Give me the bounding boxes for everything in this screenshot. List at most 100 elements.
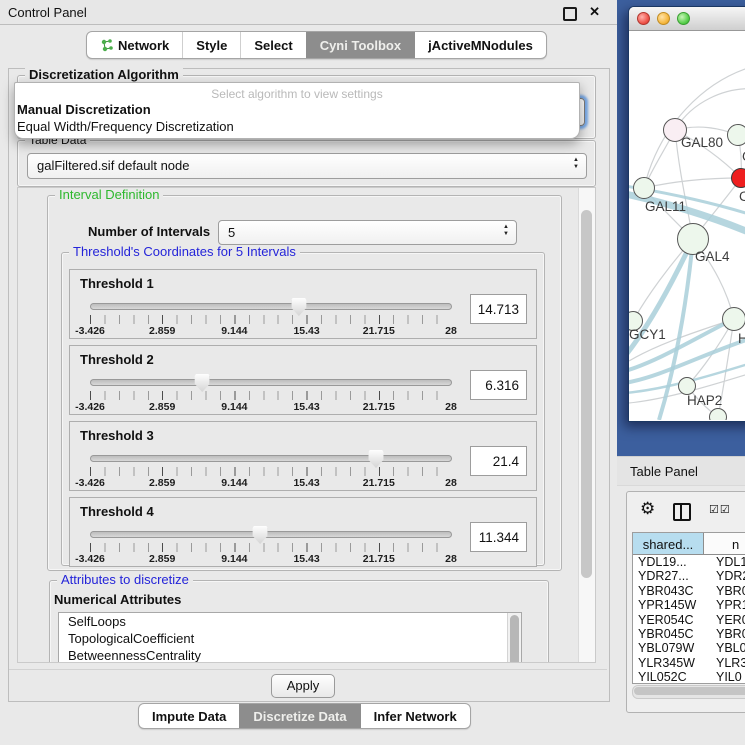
control-panel-tabs: Network Style Select Cyni Toolbox jActiv… <box>86 31 547 59</box>
tab-network[interactable]: Network <box>87 32 182 58</box>
dropdown-hint: Select algorithm to view settings <box>15 83 579 101</box>
tab-jactivemnodules[interactable]: jActiveMNodules <box>414 32 546 58</box>
float-window-icon[interactable] <box>563 7 577 21</box>
cell[interactable]: YBR0 <box>704 584 745 598</box>
close-icon[interactable]: ✕ <box>589 4 600 20</box>
slider-thumb[interactable] <box>253 526 268 544</box>
threshold-1-slider[interactable]: -3.426 2.859 9.144 15.43 21.715 28 <box>90 298 452 336</box>
close-traffic-light-icon[interactable] <box>637 12 650 25</box>
threshold-4-slider[interactable]: -3.426 2.859 9.144 15.43 21.715 28 <box>90 526 452 564</box>
table-row[interactable]: YBR045C YBR0 <box>633 627 745 641</box>
list-item[interactable]: BetweennessCentrality <box>59 647 521 663</box>
threshold-4-value-field[interactable]: 11.344 <box>470 522 527 552</box>
table-row[interactable]: YBR043C YBR0 <box>633 584 745 598</box>
slider-thumb[interactable] <box>368 450 383 468</box>
table-row[interactable]: YLR345W YLR3 <box>633 656 745 670</box>
cell[interactable]: YBR045C <box>633 627 704 641</box>
threshold-3-slider[interactable]: -3.426 2.859 9.144 15.43 21.715 28 <box>90 450 452 488</box>
column-layout-icon[interactable] <box>673 503 691 521</box>
threshold-2-slider[interactable]: -3.426 2.859 9.144 15.43 21.715 28 <box>90 374 452 412</box>
slider-thumb[interactable] <box>291 298 306 316</box>
slider-track[interactable] <box>90 455 452 462</box>
tab-infer-network[interactable]: Infer Network <box>360 704 470 728</box>
slider-track[interactable] <box>90 379 452 386</box>
settings-scrollbar-thumb[interactable] <box>581 210 592 578</box>
threshold-1-value-field[interactable]: 14.713 <box>470 294 527 324</box>
tick-label: -3.426 <box>75 401 105 413</box>
cell[interactable]: YLR3 <box>704 656 745 670</box>
list-item[interactable]: TopologicalCoefficient <box>59 630 521 647</box>
table-row[interactable]: YDR27... YDR2 <box>633 569 745 583</box>
dropdown-option-equal-width[interactable]: Equal Width/Frequency Discretization <box>15 118 579 135</box>
slider-track[interactable] <box>90 531 452 538</box>
threshold-label: Threshold 3 <box>80 428 154 443</box>
cell[interactable]: YBR0 <box>704 627 745 641</box>
table-data-combobox[interactable]: galFiltered.sif default node ▲ ▼ <box>27 153 587 179</box>
tab-cyni-toolbox[interactable]: Cyni Toolbox <box>306 32 414 58</box>
list-scrollbar[interactable] <box>507 613 521 663</box>
tab-label: Style <box>196 38 227 53</box>
threshold-3-panel: Threshold 3 -3.426 2.859 9.144 15.43 <box>69 421 537 491</box>
table-horizontal-scrollbar[interactable] <box>632 685 745 699</box>
tab-discretize-data[interactable]: Discretize Data <box>239 704 359 728</box>
tab-label: Select <box>254 38 292 53</box>
combobox-stepper[interactable]: ▲ ▼ <box>573 157 579 171</box>
network-node[interactable] <box>722 307 745 331</box>
cell[interactable]: YER054C <box>633 613 704 627</box>
cell[interactable]: YPR1 <box>704 598 745 612</box>
cell[interactable]: YDL19... <box>633 555 704 569</box>
cell[interactable]: YER0 <box>704 613 745 627</box>
network-node-gal11[interactable] <box>633 177 655 199</box>
list-scrollbar-thumb[interactable] <box>510 615 519 663</box>
table-row[interactable]: YER054C YER0 <box>633 613 745 627</box>
slider-ticks <box>90 391 451 400</box>
cell[interactable]: YPR145W <box>633 598 704 612</box>
table-row[interactable]: YDL19... YDL1 <box>633 555 745 569</box>
apply-button[interactable]: Apply <box>271 674 335 698</box>
gear-icon[interactable]: ⚙ <box>640 499 655 519</box>
list-item[interactable]: SelfLoops <box>59 613 521 630</box>
number-of-intervals-spinner[interactable]: 5 ▲ ▼ <box>218 220 517 245</box>
numerical-attributes-list[interactable]: SelfLoops TopologicalCoefficient Between… <box>58 612 522 663</box>
tab-select[interactable]: Select <box>240 32 305 58</box>
cell[interactable]: YLR345W <box>633 656 704 670</box>
column-header-shared-name[interactable]: shared... <box>633 533 704 554</box>
slider-track[interactable] <box>90 303 452 310</box>
column-header-name[interactable]: n <box>704 533 745 554</box>
cell[interactable]: YDR2 <box>704 569 745 583</box>
tick-label: -3.426 <box>75 325 105 337</box>
tick-label: 15.43 <box>293 477 319 489</box>
table-panel-area: ⚙ ☑☑ shared... n YDL19... YDL1 YDR27... … <box>617 486 745 745</box>
cell[interactable]: YBR043C <box>633 584 704 598</box>
slider-thumb[interactable] <box>195 374 210 392</box>
network-view-window: GAL80 G GAL11 C GAL4 GCY1 H HAP2 <box>628 6 745 422</box>
tab-style[interactable]: Style <box>182 32 240 58</box>
network-window-titlebar[interactable] <box>629 7 745 31</box>
cell[interactable]: YIL052C <box>633 670 704 684</box>
network-node[interactable] <box>727 124 745 146</box>
tab-impute-data[interactable]: Impute Data <box>139 704 239 728</box>
table-scrollbar-thumb[interactable] <box>634 687 745 695</box>
table-panel-title: Table Panel <box>630 464 698 479</box>
cell[interactable]: YDR27... <box>633 569 704 583</box>
network-canvas[interactable]: GAL80 G GAL11 C GAL4 GCY1 H HAP2 <box>629 31 745 420</box>
network-node[interactable] <box>709 408 727 420</box>
spinner-stepper[interactable]: ▲ ▼ <box>503 224 509 238</box>
threshold-3-value-field[interactable]: 21.4 <box>470 446 527 476</box>
minimize-traffic-light-icon[interactable] <box>657 12 670 25</box>
node-label: H <box>738 331 745 346</box>
cell[interactable]: YBL0 <box>704 641 745 655</box>
cell[interactable]: YIL0 <box>704 670 742 684</box>
cell[interactable]: YBL079W <box>633 641 704 655</box>
dropdown-option-manual[interactable]: Manual Discretization <box>15 101 579 118</box>
zoom-traffic-light-icon[interactable] <box>677 12 690 25</box>
table-row[interactable]: YIL052C YIL0 <box>633 670 745 684</box>
select-columns-icon[interactable]: ☑☑ <box>709 503 731 516</box>
table-row[interactable]: YPR145W YPR1 <box>633 598 745 612</box>
table-row[interactable]: YBL079W YBL0 <box>633 641 745 655</box>
network-node-selected-red[interactable] <box>731 168 745 188</box>
cell[interactable]: YDL1 <box>704 555 745 569</box>
slider-tick-labels: -3.426 2.859 9.144 15.43 21.715 28 <box>90 477 451 489</box>
threshold-2-value-field[interactable]: 6.316 <box>470 370 527 400</box>
settings-vertical-scrollbar[interactable] <box>578 188 595 662</box>
